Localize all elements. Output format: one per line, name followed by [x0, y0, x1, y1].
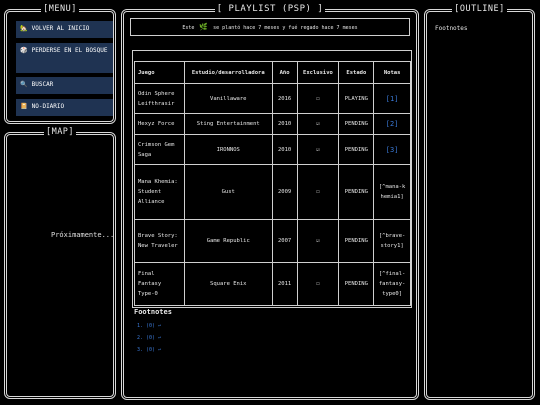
dice-icon: 🎲 [20, 47, 28, 54]
outline-title: [OUTLINE] [452, 4, 507, 14]
cell-status: PENDING [338, 113, 375, 135]
cell-status: PENDING [338, 262, 375, 306]
column-header-year: Año [271, 61, 298, 84]
menu-title: [MENU] [41, 4, 79, 14]
footnote-backlink[interactable]: 1. (0) ↩ [137, 323, 161, 329]
playlist-table: Juego Estudio/desarrolladora Año Exclusi… [134, 61, 411, 306]
planted-banner: Este 🌿 se plantó hace 7 meses y fué rega… [130, 18, 410, 36]
table-row: Hexyz Force Sting Entertainment 2010 ☑ P… [134, 113, 411, 135]
footnote-link[interactable]: [2] [373, 113, 411, 135]
column-header-game: Juego [134, 61, 185, 84]
footnotes-heading: Footnotes [134, 308, 172, 316]
outline-panel: [OUTLINE] Footnotes [424, 4, 535, 400]
column-header-studio: Estudio/desarrolladora [183, 61, 273, 84]
cell-studio: Square Enix [183, 262, 273, 306]
cell-notes: [^mana-khemia1] [373, 164, 411, 220]
table-row: Brave Story: New Traveler Game Republic … [134, 219, 411, 263]
menu-item-label: BUSCAR [31, 81, 54, 88]
cell-studio: IRONNOS [183, 134, 273, 165]
house-icon: 🏡 [20, 25, 28, 32]
cell-year: 2010 [271, 113, 298, 135]
column-header-notes: Notas [373, 61, 411, 84]
table-header-row: Juego Estudio/desarrolladora Año Exclusi… [134, 61, 411, 84]
table-row: Final Fantasy Type-0 Square Enix 2011 ☐ … [134, 262, 411, 306]
cell-status: PENDING [338, 164, 375, 220]
cell-year: 2011 [271, 262, 298, 306]
cell-notes: [^final-fantasy-type0] [373, 262, 411, 306]
checkbox-checked: ☑ [296, 219, 340, 263]
cell-year: 2009 [271, 164, 298, 220]
cell-game: Final Fantasy Type-0 [134, 262, 185, 306]
checkbox-unchecked: ☐ [296, 262, 340, 306]
column-header-exclusive: Exclusivo [296, 61, 340, 84]
menu-panel: [MENU] 🏡 VOLVER AL INICIO 🎲 PERDERSE EN … [4, 4, 116, 124]
footnote-link[interactable]: [3] [373, 134, 411, 165]
map-panel: [MAP] [4, 127, 116, 399]
cell-year: 2007 [271, 219, 298, 263]
outline-item-footnotes[interactable]: Footnotes [435, 25, 468, 32]
footnote-backlink[interactable]: 3. (0) ↩ [137, 347, 161, 353]
map-placeholder: Próximamente... [51, 231, 115, 239]
checkbox-unchecked: ☐ [296, 164, 340, 220]
cell-status: PENDING [338, 219, 375, 263]
cell-game: Odin Sphere Leifthrasir [134, 83, 185, 114]
cell-game: Mana Khemia: Student Alliance [134, 164, 185, 220]
checkbox-unchecked: ☐ [296, 83, 340, 114]
menu-item-label: VOLVER AL INICIO [31, 25, 90, 32]
page-title: [ PLAYLIST (PSP) ] [214, 4, 326, 14]
cell-studio: Gust [183, 164, 273, 220]
menu-item-search[interactable]: 🔍 BUSCAR [16, 77, 113, 94]
cell-status: PLAYING [338, 83, 375, 114]
cell-studio: Vanillaware [183, 83, 273, 114]
cell-game: Crimson Gem Saga [134, 134, 185, 165]
cell-year: 2010 [271, 134, 298, 165]
table-row: Mana Khemia: Student Alliance Gust 2009 … [134, 164, 411, 220]
main-panel: [ PLAYLIST (PSP) ] Este 🌿 se plantó hace… [121, 4, 419, 400]
checkbox-checked: ☑ [296, 113, 340, 135]
footnote-link[interactable]: [1] [373, 83, 411, 114]
menu-item-home[interactable]: 🏡 VOLVER AL INICIO [16, 21, 113, 38]
cell-studio: Sting Entertainment [183, 113, 273, 135]
cell-year: 2016 [271, 83, 298, 114]
notebook-icon: 📔 [20, 103, 28, 110]
map-title: [MAP] [43, 127, 77, 137]
cell-studio: Game Republic [183, 219, 273, 263]
cell-notes: [^brave-story1] [373, 219, 411, 263]
banner-pre: Este [182, 25, 195, 31]
menu-item-label: PERDERSE EN EL BOSQUE [31, 47, 108, 54]
cell-game: Brave Story: New Traveler [134, 219, 185, 263]
checkbox-checked: ☑ [296, 134, 340, 165]
cell-game: Hexyz Force [134, 113, 185, 135]
footnote-backlink[interactable]: 2. (0) ↩ [137, 335, 161, 341]
banner-text: se plantó hace 7 meses y fué regado hace… [213, 25, 358, 31]
menu-item-label: NO-DIARIO [31, 103, 65, 110]
leaf-icon: 🌿 [199, 23, 209, 31]
table-row: Crimson Gem Saga IRONNOS 2010 ☑ PENDING … [134, 134, 411, 165]
menu-item-forest[interactable]: 🎲 PERDERSE EN EL BOSQUE [16, 43, 113, 73]
column-header-status: Estado [338, 61, 375, 84]
cell-status: PENDING [338, 134, 375, 165]
search-icon: 🔍 [20, 81, 28, 88]
table-row: Odin Sphere Leifthrasir Vanillaware 2016… [134, 83, 411, 114]
playlist-table-container: Juego Estudio/desarrolladora Año Exclusi… [132, 50, 412, 308]
menu-item-diary[interactable]: 📔 NO-DIARIO [16, 99, 113, 116]
